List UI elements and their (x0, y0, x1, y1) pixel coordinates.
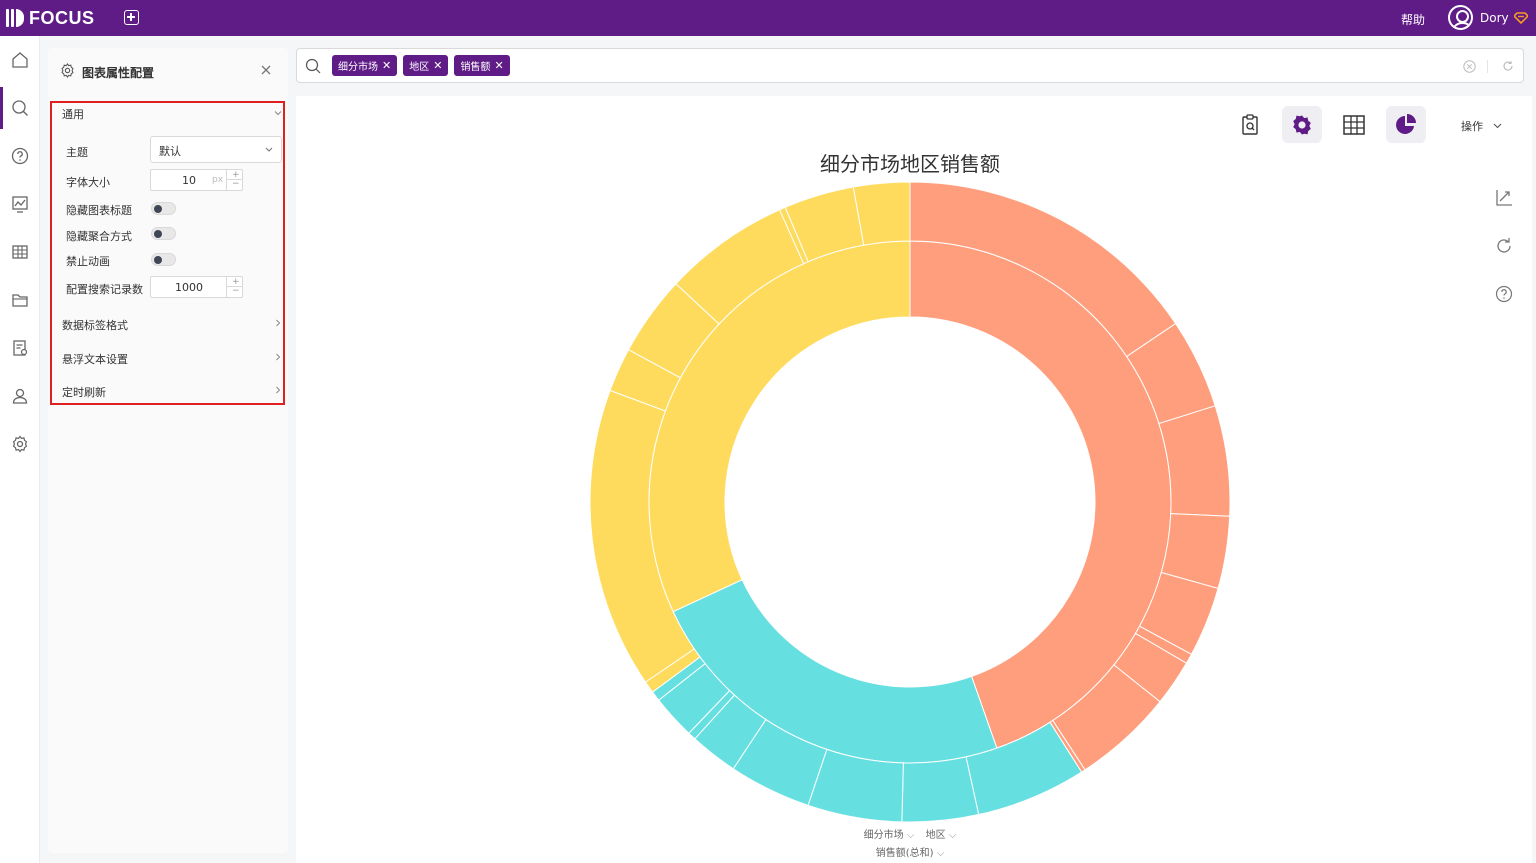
general-section-title[interactable]: 通用 (62, 106, 84, 122)
logo-text: FOCUS (29, 7, 95, 28)
theme-select-value: 默认 (159, 145, 181, 158)
chevron-down-icon[interactable] (274, 109, 282, 117)
font-size-unit: px (212, 175, 224, 185)
chart-card: 操作 细分市场地区销售额 细分市场 ⌵ 地区 ⌵ 销售额(总和) ⌵ (296, 96, 1532, 863)
chevron-down-icon (265, 147, 273, 152)
legend-measure[interactable]: 销售额(总和) (876, 848, 934, 859)
config-panel-header: 图表属性配置 (48, 48, 288, 94)
rail-dashboard[interactable] (0, 181, 40, 227)
help-link[interactable]: 帮助 (1401, 11, 1425, 28)
dashboard-icon (12, 196, 28, 213)
stepper-buttons[interactable]: + − (226, 277, 243, 297)
avatar-icon (1448, 5, 1473, 30)
config-panel-title: 图表属性配置 (82, 66, 155, 80)
search-chip[interactable]: 销售额 ✕ (454, 55, 510, 76)
hide-agg-toggle[interactable] (151, 227, 176, 240)
rail-help[interactable] (0, 133, 40, 179)
vip-diamond-icon (1513, 11, 1528, 24)
chevron-down-icon[interactable]: ⌵ (946, 830, 957, 841)
timed-refresh-section[interactable]: 定时刷新 (62, 384, 106, 400)
search-chip[interactable]: 地区 ✕ (403, 55, 449, 76)
search-divider (1487, 60, 1488, 73)
chevron-down-icon[interactable]: ⌵ (934, 848, 945, 859)
refresh-icon[interactable] (1502, 60, 1514, 72)
theme-label: 主题 (66, 146, 88, 159)
search-bar[interactable]: 细分市场 ✕ 地区 ✕ 销售额 ✕ (296, 48, 1524, 83)
rail-settings[interactable] (0, 421, 40, 467)
outer-ring-segment[interactable] (852, 181, 911, 246)
rail-search[interactable] (0, 85, 40, 131)
add-tab-icon[interactable] (124, 10, 139, 25)
home-icon (12, 52, 28, 68)
hover-text-section[interactable]: 悬浮文本设置 (62, 351, 128, 367)
close-icon[interactable]: ✕ (433, 59, 442, 72)
user-name: Dory (1480, 10, 1509, 25)
data-label-format-section[interactable]: 数据标签格式 (62, 317, 128, 333)
chevron-right-icon[interactable] (274, 353, 282, 361)
search-records-label: 配置搜索记录数 (66, 283, 143, 296)
folder-icon (12, 294, 28, 307)
chip-label: 细分市场 (338, 62, 378, 73)
report-settings-icon (13, 340, 28, 356)
font-size-label: 字体大小 (66, 176, 110, 189)
focus-logo-icon (6, 9, 24, 27)
gear-icon (61, 63, 74, 78)
legend-dim1[interactable]: 细分市场 (864, 830, 904, 841)
rail-home[interactable] (0, 37, 40, 83)
hide-agg-label: 隐藏聚合方式 (66, 230, 132, 243)
chevron-down-icon[interactable]: ⌵ (904, 830, 918, 841)
chart-config-panel: 图表属性配置 通用 主题 默认 字体大小 10 px + − 隐藏图表标题 隐藏聚… (48, 48, 288, 853)
theme-select[interactable]: 默认 (150, 136, 282, 163)
rail-user[interactable] (0, 373, 40, 419)
close-icon[interactable]: ✕ (494, 59, 503, 72)
close-icon[interactable]: ✕ (382, 59, 391, 72)
clear-search-icon[interactable] (1463, 60, 1476, 73)
user-icon (12, 388, 28, 404)
rail-report[interactable] (0, 325, 40, 371)
top-bar: FOCUS 帮助 Dory (0, 0, 1536, 36)
sunburst-chart (589, 181, 1231, 823)
disable-anim-toggle[interactable] (151, 253, 176, 266)
help-icon (11, 147, 29, 165)
hide-title-label: 隐藏图表标题 (66, 204, 132, 217)
app-logo[interactable]: FOCUS (6, 7, 95, 29)
chevron-right-icon[interactable] (274, 319, 282, 327)
search-chip[interactable]: 细分市场 ✕ (332, 55, 398, 76)
font-size-stepper[interactable]: 10 px + − (150, 169, 243, 191)
general-section-highlight: 通用 主题 默认 字体大小 10 px + − 隐藏图表标题 隐藏聚合方式 禁止动… (50, 101, 285, 405)
rail-folder[interactable] (0, 277, 40, 323)
hide-title-toggle[interactable] (151, 202, 176, 215)
search-records-value: 1000 (175, 281, 203, 294)
legend-dim2[interactable]: 地区 (926, 830, 946, 841)
user-menu[interactable]: Dory (1448, 5, 1528, 30)
stepper-buttons[interactable]: + − (226, 170, 243, 190)
chip-label: 销售额 (460, 62, 491, 73)
chip-label: 地区 (409, 62, 430, 73)
rail-table[interactable] (0, 229, 40, 275)
search-icon (305, 58, 321, 74)
search-records-stepper[interactable]: 1000 + − (150, 276, 243, 298)
nav-rail (0, 36, 40, 863)
outer-ring-segment[interactable] (901, 756, 980, 823)
close-icon[interactable] (260, 64, 272, 76)
settings-icon (12, 435, 28, 453)
table-icon (12, 245, 28, 259)
disable-anim-label: 禁止动画 (66, 255, 110, 268)
search-chips: 细分市场 ✕ 地区 ✕ 销售额 ✕ (332, 55, 510, 76)
chevron-right-icon[interactable] (274, 386, 282, 394)
search-icon (12, 100, 28, 116)
chart-axis-legend: 细分市场 ⌵ 地区 ⌵ 销售额(总和) ⌵ (296, 826, 1524, 859)
